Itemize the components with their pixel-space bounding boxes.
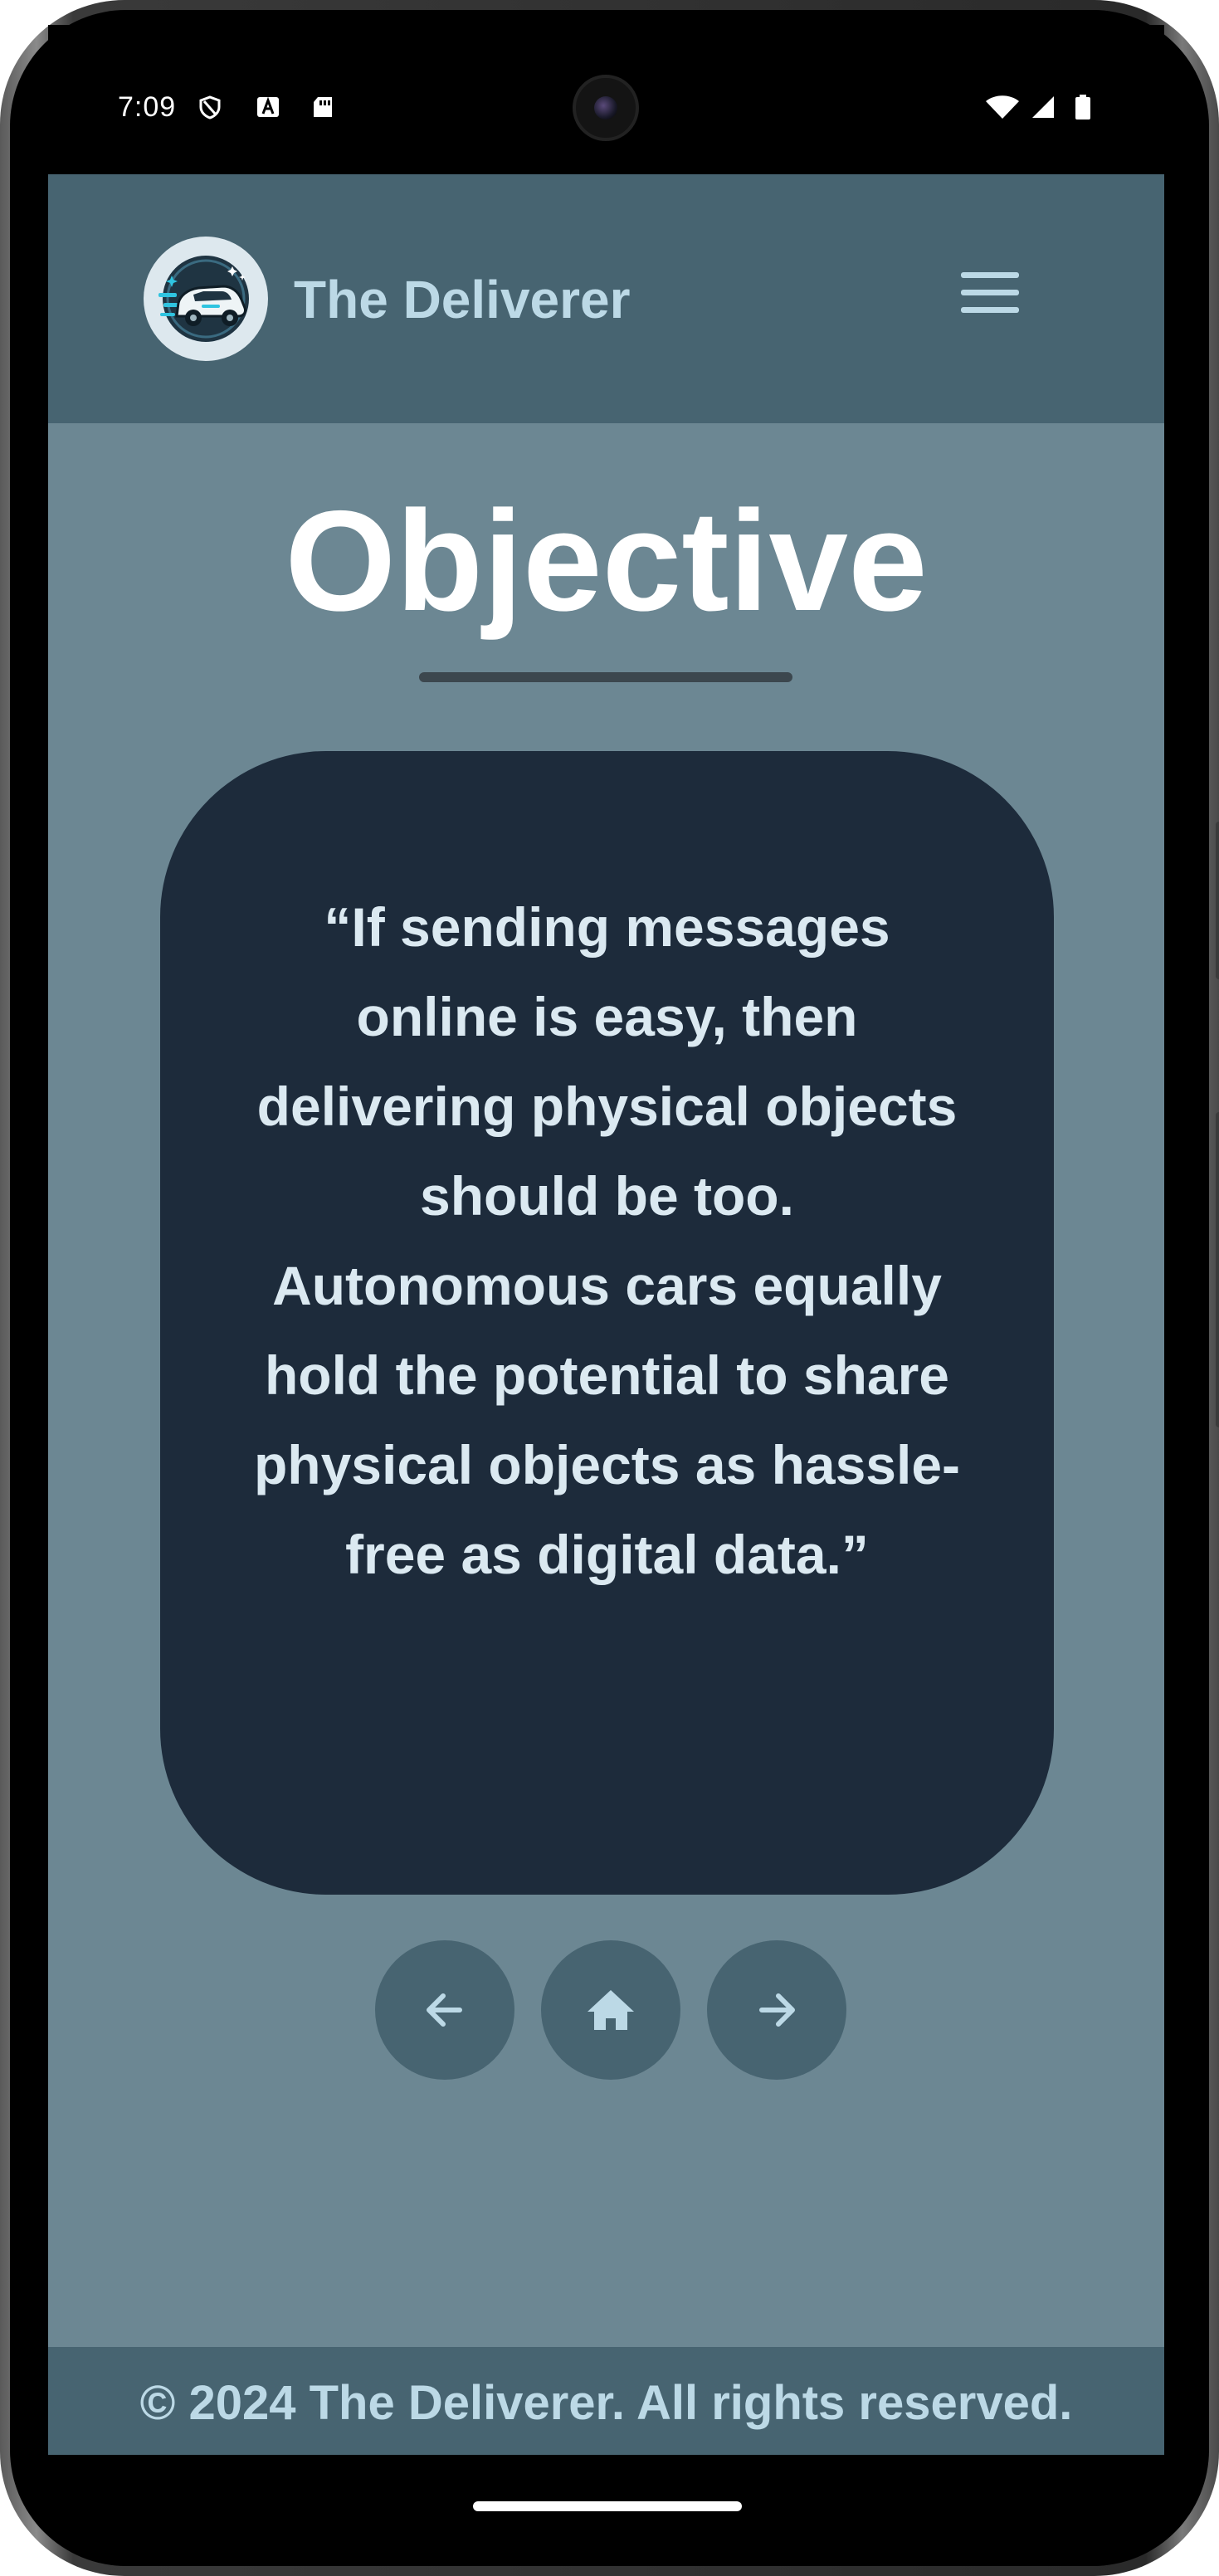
vpn-shield-icon [197, 95, 222, 120]
status-time: 7:09 [118, 91, 177, 123]
phone-frame: 7:09 The Deliverer Objective “If sending… [0, 0, 1219, 2576]
footer-copyright: © 2024 The Deliverer. All rights reserve… [139, 2376, 1073, 2430]
delivery-car-icon [158, 256, 249, 342]
power-button [1216, 1112, 1219, 1427]
footer: © 2024 The Deliverer. All rights reserve… [48, 2347, 1164, 2455]
main-content: Objective “If sending messages online is… [48, 423, 1164, 2347]
prev-button[interactable] [375, 1940, 514, 2080]
app-header: The Deliverer [48, 174, 1164, 423]
home-button[interactable] [541, 1940, 680, 2080]
cell-signal-icon [1031, 95, 1056, 120]
arrow-right-icon [759, 1993, 795, 2027]
page-title: Objective [285, 481, 928, 641]
brand-logo[interactable] [144, 237, 268, 361]
home-indicator[interactable] [473, 2501, 742, 2511]
next-button[interactable] [707, 1940, 846, 2080]
a-badge-icon [256, 95, 280, 120]
page-navigation [48, 1940, 1164, 2081]
quote-text: “If sending messages online is easy, the… [253, 896, 961, 1585]
volume-button [1216, 822, 1219, 979]
title-underline [419, 672, 792, 682]
wifi-icon [984, 95, 1021, 120]
hamburger-menu-icon[interactable] [961, 272, 1024, 325]
brand-name[interactable]: The Deliverer [294, 269, 631, 330]
screen: 7:09 The Deliverer Objective “If sending… [48, 25, 1164, 2468]
arrow-left-icon [427, 1993, 462, 2027]
status-bar: 7:09 [48, 25, 1164, 174]
home-icon [588, 1990, 634, 2030]
battery-icon [1074, 95, 1092, 120]
quote-card: “If sending messages online is easy, the… [160, 751, 1054, 1895]
sd-card-icon [310, 95, 335, 120]
front-camera [573, 75, 639, 141]
